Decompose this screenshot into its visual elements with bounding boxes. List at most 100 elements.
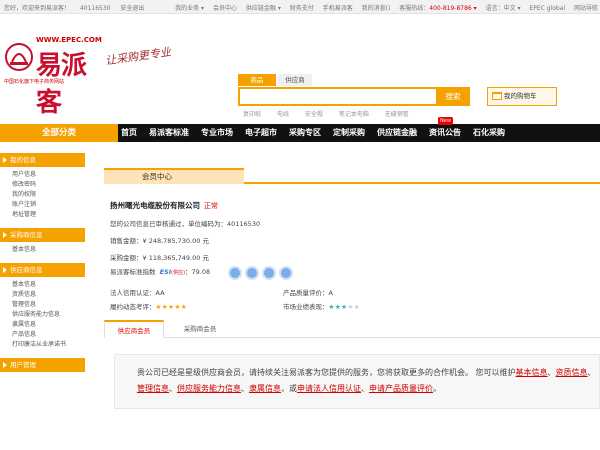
finance-pay-link[interactable]: 财务支付 [290,5,314,12]
link-qualification[interactable]: 资质 [556,368,572,377]
nav-custom-purchase[interactable]: 定制采购 [333,124,365,142]
link-management[interactable]: 管理信息 [137,384,169,393]
separator: 、 [587,368,596,377]
sidebar-head-supplier[interactable]: 供应商信息 [0,263,85,277]
sidebar-group: 基本信息 资质信息 管理信息 供应服务能力信息 隶属信息 产品信息 打印廉洁从业… [0,277,85,355]
company-row: 扬州曙光电缆股份有限公司 正常 [104,200,600,211]
my-business-menu[interactable]: 我的业务 ▾ [175,5,204,12]
link-basic-info[interactable]: 基本信息 [516,368,548,377]
award-badge-icon [279,266,293,280]
link-qualification-2[interactable]: 信息 [572,368,588,377]
sidebar-item-permissions[interactable]: 我的权限 [0,190,85,200]
welcome-text: 您好，欢迎来到易派客！ [4,5,71,12]
sitemap-link[interactable]: 网站导航 [574,5,598,12]
nav-home[interactable]: 首页 [121,124,137,142]
hot-word[interactable]: 无缝钢管 [385,111,409,118]
hotline-number[interactable]: 400-819-8786 ▾ [429,5,476,12]
supply-finance-menu[interactable]: 供应链金融 ▾ [246,5,281,12]
link-credit-cert[interactable]: 申请法人信用认证 [297,384,361,393]
sidebar-item-change-password[interactable]: 修改密码 [0,180,85,190]
nav-news[interactable]: 资讯公告 [429,124,461,142]
search-input[interactable] [240,89,436,104]
sidebar-head-user-mgmt[interactable]: 用户管理 [0,358,85,372]
top-bar-left: 您好，欢迎来到易派客！ 40116530 安全退出 [4,3,152,12]
esi-note: (供应) [171,270,186,276]
sales-amount-row: 销售金额：¥ 248,785,730.00 元 [104,235,600,245]
messages-link[interactable]: 我的消息() [362,5,391,12]
hot-word[interactable]: 笔记本电脑 [339,111,369,118]
nav-market[interactable]: 专业市场 [201,124,233,142]
search-tab-goods[interactable]: 商品 [238,74,276,86]
global-link[interactable]: EPEC global [529,5,565,12]
audit-info: 您的公司信息已审核通过，单位编码为：40116530 [110,220,261,228]
logo-url: WWW.EPEC.COM [36,36,102,44]
sinopec-logo-icon [5,43,33,71]
fulfil-stars: ★★★★★ [155,303,188,311]
sidebar-item-print-pledge[interactable]: 打印廉洁从业承诺书 [0,340,85,350]
logo-subtitle: 中国石化旗下电子商务网站 [4,79,65,85]
hotline-label: 客服热线： [399,5,430,12]
all-categories-button[interactable]: 全部分类 [0,124,118,142]
credit-certification: 法人信用认证：AA [110,289,165,297]
sidebar-group: 用户信息 修改密码 我的权限 账户注销 地址管理 [0,167,85,225]
search-tab-supplier[interactable]: 供应商 [278,74,312,86]
sidebar-item-products[interactable]: 产品信息 [0,330,85,340]
nav-standard[interactable]: 易派客标准 [149,124,189,142]
nav-petrochem[interactable]: 石化采购 [473,124,505,142]
sidebar-item-affiliation[interactable]: 隶属信息 [0,320,85,330]
sales-value: ¥ 248,785,730.00 元 [142,237,209,245]
mobile-link[interactable]: 手机易派客 [323,5,353,12]
slogan: 让采购更专业 [104,45,172,68]
nav-supply-finance[interactable]: 供应链金融 [377,124,417,142]
esi-mark: ESI [159,268,172,276]
sidebar-item-address[interactable]: 地址管理 [0,210,85,220]
hot-word[interactable]: 电线 [277,111,289,118]
link-service-capacity[interactable]: 供应服务能力信息 [177,384,241,393]
top-bar: 您好，欢迎来到易派客！ 40116530 安全退出 我的业务 ▾ 会员中心 供应… [0,0,600,14]
nav-purchase-zone[interactable]: 采购专区 [289,124,321,142]
sidebar-item-qualification[interactable]: 资质信息 [0,290,85,300]
logout-link[interactable]: 安全退出 [120,5,144,12]
notice-text: 贵公司已经是星级供应商会员，请持续关注易派客为您提供的服务，您将获取更多的合作机… [137,368,516,377]
link-quality-eval[interactable]: 申请产品质量评价 [369,384,433,393]
fulfil-rating: 履约动态考评：★★★★★ [110,301,187,311]
separator: 、 [361,384,369,393]
sidebar-item-supplier-basic[interactable]: 基本信息 [0,280,85,290]
credit-row: 法人信用认证：AA 产品质量评价：A [104,287,600,298]
award-badge-icon [228,266,242,280]
sidebar-item-cancel-account[interactable]: 账户注销 [0,200,85,210]
cart-label: 我的购物车 [504,92,537,100]
notice-end: 。 [433,384,441,393]
member-center-link[interactable]: 会员中心 [213,5,237,12]
hot-word[interactable]: 安全帽 [305,111,323,118]
logo[interactable]: WWW.EPEC.COM 易派客 中国石化旗下电子商务网站 [4,36,102,118]
sidebar-item-service-capacity[interactable]: 供应服务能力信息 [0,310,85,320]
company-name: 扬州曙光电缆股份有限公司 [110,201,200,210]
purchase-value: ¥ 118,365,749.00 元 [142,254,209,262]
performance-row: 履约动态考评：★★★★★ 市场业绩表现： ★★★★★ [104,301,600,312]
company-status: 正常 [204,202,218,210]
sidebar-head-my-info[interactable]: 我的信息 [0,153,85,167]
tab-purchaser-member[interactable]: 采购商会员 [168,320,232,338]
search-button[interactable]: 搜索 [436,87,470,106]
sidebar-head-purchaser[interactable]: 采购商信息 [0,228,85,242]
nav-items: 首页 易派客标准 专业市场 电子超市 采购专区 定制采购 供应链金融 资讯公告 … [121,124,517,142]
cart-button[interactable]: 我的购物车 [487,87,557,106]
member-tabs: 供应商会员 采购商会员 [104,320,600,338]
language-select[interactable]: 语言：中文 ▾ [486,5,521,12]
sidebar-item-purchaser-basic[interactable]: 基本信息 [0,245,85,255]
sidebar-item-management[interactable]: 管理信息 [0,300,85,310]
top-bar-right: 我的业务 ▾ 会员中心 供应链金融 ▾ 财务支付 手机易派客 我的消息() 客服… [168,3,598,12]
esi-value: ：79.08 [185,268,211,276]
sidebar-item-user-info[interactable]: 用户信息 [0,170,85,180]
hot-word[interactable]: 复印纸 [243,111,261,118]
tab-supplier-member[interactable]: 供应商会员 [104,320,164,338]
fulfil-label: 履约动态考评： [110,303,156,311]
hot-words: 复印纸 电线 安全帽 笔记本电脑 无缝钢管 [243,109,423,118]
nav-supermarket[interactable]: 电子超市 [245,124,277,142]
account-id: 40116530 [79,5,111,12]
award-badge-icon [245,266,259,280]
cart-icon [492,92,502,100]
market-label: 市场业绩表现： [283,303,329,311]
link-affiliation[interactable]: 隶属信息 [249,384,281,393]
